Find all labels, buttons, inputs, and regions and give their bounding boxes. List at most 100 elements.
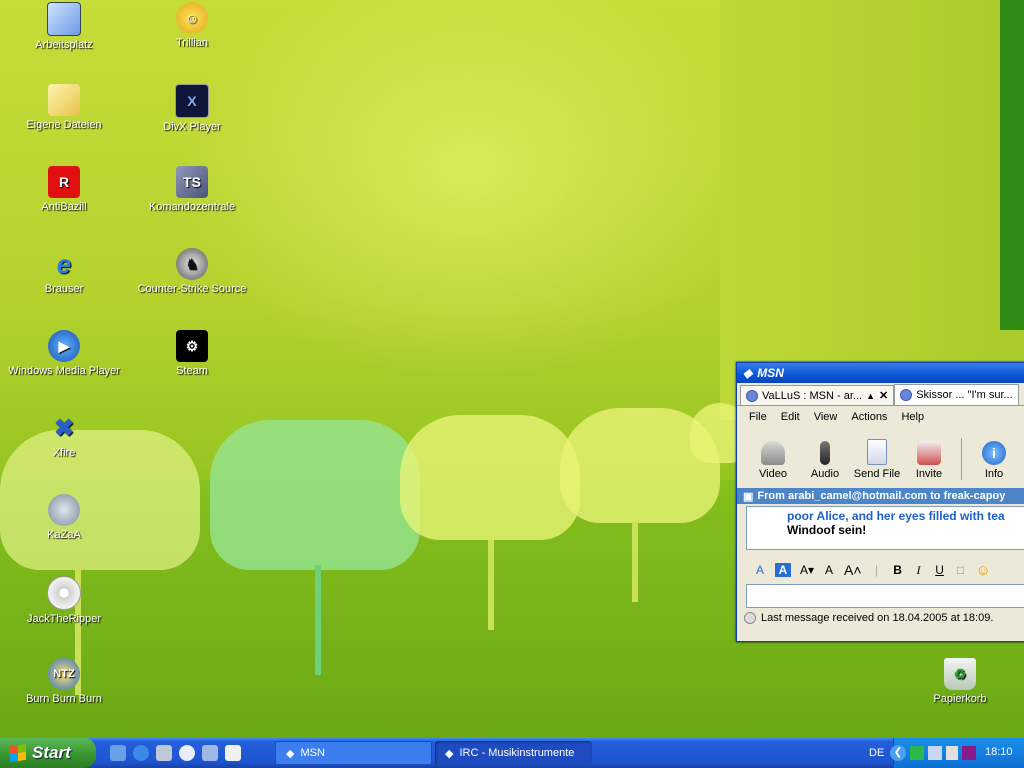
steam-icon: ⚙ (176, 330, 208, 362)
video-button[interactable]: Video (747, 441, 799, 484)
clock[interactable]: 18:10 (985, 746, 1013, 758)
send-file-icon (867, 439, 887, 465)
taskbar-button-msn[interactable]: ◆ MSN (275, 741, 432, 765)
desktop-icon-jacktheripper[interactable]: JackTheRipper (0, 576, 128, 625)
menu-file[interactable]: File (742, 411, 774, 423)
desktop-icon-label: Windows Media Player (8, 365, 120, 377)
close-tab-icon[interactable]: ✕ (879, 389, 888, 402)
recycle-bin-icon: ♻ (944, 658, 976, 690)
chat-history[interactable]: poor Alice, and her eyes filled with tea… (746, 506, 1024, 550)
show-hidden-icons-icon[interactable]: ❮ (890, 745, 906, 761)
italic-button[interactable]: I (913, 563, 925, 578)
tab-label: VaLLuS : MSN - ar... (762, 389, 863, 402)
msn-window: ◆ MSN VaLLuS : MSN - ar... ▲ ✕ Skissor .… (736, 362, 1024, 642)
media-player-icon: ▶ (48, 330, 80, 362)
tray-app-icon[interactable] (962, 746, 976, 760)
kazaa-icon (48, 494, 80, 526)
desktop-icon-label: Eigene Dateien (26, 119, 102, 131)
wallpaper-chair-leg (632, 522, 638, 602)
msn-menubar: File Edit View Actions Help (737, 406, 1024, 428)
increase-font-button[interactable]: A˄ (844, 562, 862, 578)
language-indicator[interactable]: DE (869, 747, 884, 759)
desktop-icon-eigene-dateien[interactable]: Eigene Dateien (0, 84, 128, 131)
send-file-label: Send File (853, 468, 901, 480)
video-camera-icon (761, 441, 785, 465)
desktop-icon-papierkorb[interactable]: ♻ Papierkorb (896, 658, 1024, 705)
eject-icon[interactable]: ▲ (866, 391, 875, 401)
tab-skissor[interactable]: Skissor ... "I'm sur... (894, 384, 1019, 405)
teamspeak-icon: TS (176, 166, 208, 198)
trillian-icon: ☺ (176, 2, 208, 34)
irc-diamond-icon: ◆ (445, 747, 454, 760)
message-input[interactable] (746, 584, 1024, 608)
counter-strike-icon: ♞ (176, 248, 208, 280)
taskbar-button-label: IRC - Musikinstrumente (459, 747, 575, 759)
underline-button[interactable]: U (934, 563, 946, 577)
font-color-button[interactable]: A (775, 563, 791, 577)
tab-vallus[interactable]: VaLLuS : MSN - ar... ▲ ✕ (740, 385, 895, 405)
wallpaper-edge (1000, 0, 1024, 330)
desktop-icon-label: Burn Burn Burn (26, 693, 102, 705)
audio-label: Audio (810, 468, 840, 480)
desktop-icon-windows-media-player[interactable]: ▶ Windows Media Player (0, 330, 128, 377)
quicklaunch-media-player-icon[interactable] (179, 745, 195, 761)
menu-actions[interactable]: Actions (844, 411, 894, 423)
nero-burn-icon: NTZ (48, 658, 80, 690)
wallpaper-chair-leg (315, 565, 321, 675)
invite-button[interactable]: Invite (903, 441, 955, 484)
send-file-button[interactable]: Send File (851, 439, 903, 484)
desktop-icon-label: Xfire (52, 447, 76, 459)
quicklaunch-xfire-icon[interactable] (202, 745, 218, 761)
format-separator: | (874, 563, 879, 577)
wallpaper-chair-leg (488, 540, 494, 630)
info-icon: i (982, 441, 1006, 465)
status-text: Last message received on 18.04.2005 at 1… (761, 612, 994, 624)
desktop-icon-label: Brauser (44, 283, 84, 295)
desktop-icon-kazaa[interactable]: KaZaA (0, 494, 128, 541)
clear-format-icon[interactable]: □ (955, 563, 967, 577)
desktop-icon-brauser[interactable]: e Brauser (0, 248, 128, 296)
msn-titlebar[interactable]: ◆ MSN (737, 363, 1024, 383)
menu-view[interactable]: View (807, 411, 845, 423)
tray-network-icon[interactable] (928, 746, 942, 760)
wallpaper-chair (400, 415, 580, 540)
chat-bubble-icon: ▣ (743, 490, 754, 503)
menu-help[interactable]: Help (894, 411, 931, 423)
desktop-icon-label: Counter-Strike Source (137, 283, 247, 295)
desktop-icon-steam[interactable]: ⚙ Steam (128, 330, 256, 377)
menu-edit[interactable]: Edit (774, 411, 807, 423)
desktop-icon-label: JackTheRipper (27, 613, 101, 625)
desktop-icon-arbeitsplatz[interactable]: Arbeitsplatz (0, 2, 128, 51)
desktop-icon-label: Komandozentrale (148, 201, 236, 213)
audio-button[interactable]: Audio (799, 441, 851, 484)
taskbar: Start ◆ MSN ◆ IRC - Musikinstrumente DE … (0, 738, 1024, 768)
info-label: Info (984, 468, 1004, 480)
taskbar-button-irc[interactable]: ◆ IRC - Musikinstrumente (435, 741, 592, 765)
tray-volume-icon[interactable] (946, 746, 958, 760)
desktop-icon-komandozentrale[interactable]: TS Komandozentrale (128, 166, 256, 213)
microphone-icon (820, 441, 830, 465)
quicklaunch-ie-icon[interactable] (133, 745, 149, 761)
tray-xfire-icon[interactable] (910, 746, 924, 760)
desktop-icon-divx-player[interactable]: X DivX Player (128, 84, 256, 133)
contact-status-icon (746, 389, 758, 402)
font-button[interactable]: A (754, 563, 766, 577)
decrease-font-button[interactable]: A (823, 563, 835, 577)
start-button[interactable]: Start (0, 738, 96, 768)
desktop-icon-burn-burn-burn[interactable]: NTZ Burn Burn Burn (0, 658, 128, 705)
cd-ripper-icon (47, 576, 81, 610)
desktop-icon-antibazill[interactable]: R AntiBazill (0, 166, 128, 213)
quicklaunch-settings-icon[interactable] (110, 745, 126, 761)
emoticon-icon[interactable]: ☺ (976, 562, 991, 579)
quicklaunch-arrow-icon[interactable] (156, 745, 172, 761)
font-size-menu-button[interactable]: A▾ (800, 563, 814, 577)
info-button[interactable]: i Info (968, 441, 1020, 484)
desktop-icon-trillian[interactable]: ☺ Trillian (128, 2, 256, 49)
quicklaunch-desktop-icon[interactable] (225, 745, 241, 761)
desktop-icon-counter-strike-source[interactable]: ♞ Counter-Strike Source (128, 248, 256, 295)
bold-button[interactable]: B (892, 563, 904, 577)
desktop-icon-xfire[interactable]: ✖ Xfire (0, 412, 128, 460)
desktop-icon-label: DivX Player (163, 121, 221, 133)
desktop: Arbeitsplatz Eigene Dateien R AntiBazill… (0, 0, 1024, 738)
format-toolbar: A A A▾ A A˄ | B I U □ ☺ (737, 558, 1024, 582)
